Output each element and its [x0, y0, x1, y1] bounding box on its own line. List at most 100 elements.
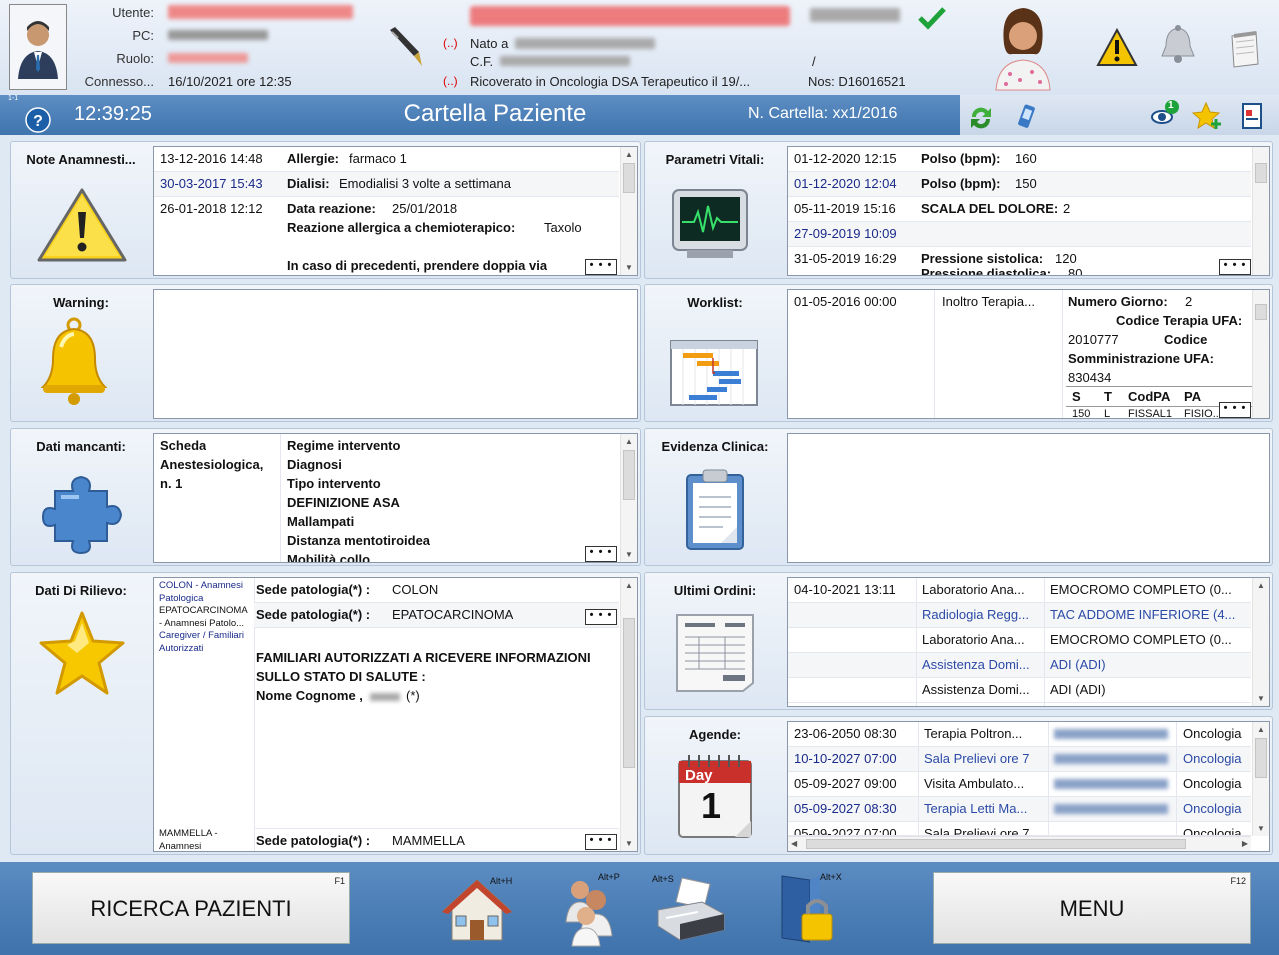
panel-warning: Warning:: [10, 284, 641, 422]
list-item[interactable]: 30-03-2017 15:43 Dialisi: Emodialisi 3 v…: [154, 172, 619, 197]
scrollbar[interactable]: [1252, 147, 1269, 275]
rilievo-list[interactable]: COLON - Anamnesi Patologica EPATOCARCINO…: [153, 577, 638, 852]
more-button[interactable]: • • •: [585, 546, 617, 562]
list-item[interactable]: 05-09-2027 07:00 Sala Prelievi ore 7 Onc…: [788, 822, 1251, 836]
nato-label: Nato a: [470, 36, 509, 51]
title-bar: 1-1 ? 12:39:25 Cartella Paziente N. Cart…: [0, 95, 1279, 135]
mancanti-list[interactable]: Scheda Anestesiologica, n. 1 Regime inte…: [153, 433, 638, 563]
pen-icon[interactable]: [386, 26, 426, 70]
more-button[interactable]: • • •: [1219, 402, 1251, 418]
monitor-icon: [667, 182, 753, 262]
list-item[interactable]: 05-11-2019 15:16 SCALA DEL DOLORE: 2: [788, 197, 1251, 222]
list-item[interactable]: Laboratorio Ana... EMOCROMO COMPLETO (0.…: [788, 628, 1251, 653]
familiari-text: FAMILIARI AUTORIZZATI A RICEVERE INFORMA…: [256, 650, 591, 665]
list-item[interactable]: 01-12-2020 12:04 Polso (bpm): 150: [788, 172, 1251, 197]
scrollbar[interactable]: ▲ ▼: [1252, 722, 1269, 836]
patients-icon[interactable]: Alt+P: [556, 872, 630, 948]
scrollbar[interactable]: ▲ ▼: [620, 147, 637, 275]
list-item[interactable]: Sede patologia(*) : MAMMELLA: [254, 828, 619, 851]
note-list[interactable]: 13-12-2016 14:48 Allergie: farmaco 1 30-…: [153, 146, 638, 276]
list-item[interactable]: Sede patologia(*) : EPATOCARCINOMA: [254, 603, 619, 628]
nosologico: Nos: D16016521: [808, 74, 906, 89]
list-item[interactable]: 05-09-2027 09:00 Visita Ambulato... Onco…: [788, 772, 1251, 797]
list-item[interactable]: 10-10-2027 07:00 Sala Prelievi ore 7 Onc…: [788, 747, 1251, 772]
cf-value: [500, 56, 630, 66]
panel-agende: Agende: Day 1 23-06-2050 08:30 Terapia P…: [644, 716, 1273, 855]
home-icon[interactable]: Alt+H: [440, 876, 514, 944]
warning-title: Warning:: [53, 295, 109, 310]
list-item[interactable]: Sede patologia(*) : COLON: [254, 578, 619, 603]
connesso-label: Connesso...: [84, 74, 154, 89]
list-item[interactable]: 13-12-2016 14:48 Allergie: farmaco 1: [154, 147, 619, 172]
scrollbar[interactable]: ▲ ▼: [620, 578, 637, 851]
scrollbar[interactable]: ▲ ▼: [1252, 578, 1269, 706]
cartella-number: N. Cartella: xx1/2016: [748, 105, 898, 122]
clock: 12:39:25: [74, 103, 152, 125]
evidenza-title: Evidenza Clinica:: [661, 439, 769, 454]
rilievo-categories: COLON - Anamnesi Patologica EPATOCARCINO…: [159, 580, 248, 654]
clipboard-icon: [681, 467, 751, 553]
ordini-title: Ultimi Ordini:: [673, 583, 757, 598]
lock-book-icon[interactable]: Alt+X: [776, 872, 842, 946]
list-item[interactable]: Assistenza Domi... ADI (ADI): [788, 678, 1251, 703]
nato-value: [515, 38, 655, 49]
list-item[interactable]: 27-09-2019 10:09: [788, 222, 1251, 247]
cf-label: C.F.: [470, 54, 494, 69]
printer-icon[interactable]: Alt+S: [652, 874, 728, 944]
vitali-title: Parametri Vitali:: [665, 152, 765, 167]
help-icon[interactable]: ?: [25, 107, 51, 133]
svg-text:?: ?: [33, 113, 43, 130]
scrollbar[interactable]: [1252, 290, 1269, 418]
list-item[interactable]: 31-05-2019 16:29 Pressione sistolica: 12…: [788, 247, 1251, 275]
ricoverato-marker: (..): [443, 74, 458, 88]
more-button[interactable]: • • •: [1219, 259, 1251, 275]
calendar-icon: Day 1: [675, 751, 755, 841]
notepad-icon[interactable]: [1226, 30, 1262, 68]
female-patient-icon[interactable]: [990, 4, 1056, 92]
vitali-list[interactable]: 01-12-2020 12:15 Polso (bpm): 160 01-12-…: [787, 146, 1270, 276]
user-avatar-icon[interactable]: [9, 4, 67, 90]
ordini-list[interactable]: 04-10-2021 13:11 Laboratorio Ana... EMOC…: [787, 577, 1270, 707]
pc-label: PC:: [132, 28, 154, 43]
check-icon: [918, 6, 946, 30]
eye-badge-icon[interactable]: 1: [1150, 99, 1180, 129]
star-add-icon[interactable]: [1191, 101, 1224, 131]
nato-marker: (..): [443, 36, 458, 50]
list-item[interactable]: 26-01-2018 12:12 Data reazione: 25/01/20…: [154, 197, 619, 275]
phone-icon[interactable]: [1014, 101, 1038, 131]
panel-evidenza-clinica: Evidenza Clinica:: [644, 428, 1273, 566]
warning-triangle-icon: [35, 186, 129, 264]
panel-dati-mancanti: Dati mancanti: Scheda Anestesiologica, n…: [10, 428, 641, 566]
star-icon: [37, 609, 127, 697]
horizontal-scrollbar[interactable]: ◀ ▶: [788, 836, 1251, 851]
utente-label: Utente:: [112, 5, 154, 20]
list-item[interactable]: Assistenza Domi... ADI (ADI): [788, 653, 1251, 678]
page-title: Cartella Paziente: [403, 100, 587, 127]
more-button[interactable]: • • •: [585, 259, 617, 275]
list-item[interactable]: 01-12-2020 12:15 Polso (bpm): 160: [788, 147, 1251, 172]
calendar-day-number: 1: [701, 785, 722, 826]
warning-list[interactable]: [153, 289, 638, 419]
puzzle-icon: [39, 471, 127, 557]
list-item[interactable]: 04-10-2021 13:11 Laboratorio Ana... EMOC…: [788, 578, 1251, 603]
version-label: 1-1: [8, 95, 19, 102]
ricerca-pazienti-button[interactable]: RICERCA PAZIENTI F1: [32, 872, 350, 944]
warning-triangle-icon[interactable]: [1096, 27, 1138, 68]
agende-list[interactable]: 23-06-2050 08:30 Terapia Poltron... Onco…: [787, 721, 1270, 852]
refresh-icon[interactable]: [966, 103, 996, 133]
connesso-value: 16/10/2021 ore 12:35: [168, 74, 292, 89]
agenda-icon[interactable]: [1238, 101, 1266, 131]
list-item[interactable]: Radiologia Regg... TAC ADDOME INFERIORE …: [788, 603, 1251, 628]
list-item[interactable]: 05-09-2027 08:30 Terapia Letti Ma... Onc…: [788, 797, 1251, 822]
menu-button[interactable]: MENU F12: [933, 872, 1251, 944]
bell-icon[interactable]: [1158, 24, 1198, 66]
more-button[interactable]: • • •: [585, 834, 617, 850]
more-button[interactable]: • • •: [585, 609, 617, 625]
list-item[interactable]: 23-06-2050 08:30 Terapia Poltron... Onco…: [788, 722, 1251, 747]
evidenza-list[interactable]: [787, 433, 1270, 563]
pc-value: [168, 30, 268, 40]
patient-header: Utente: PC: Ruolo: Connesso... 16/10/202…: [0, 0, 1279, 95]
panel-note-anamnestiche: Note Anamnesti... 13-12-2016 14:48 Aller…: [10, 141, 641, 279]
worklist-list[interactable]: 01-05-2016 00:00 Inoltro Terapia... Nume…: [787, 289, 1270, 419]
scrollbar[interactable]: ▲ ▼: [620, 434, 637, 562]
